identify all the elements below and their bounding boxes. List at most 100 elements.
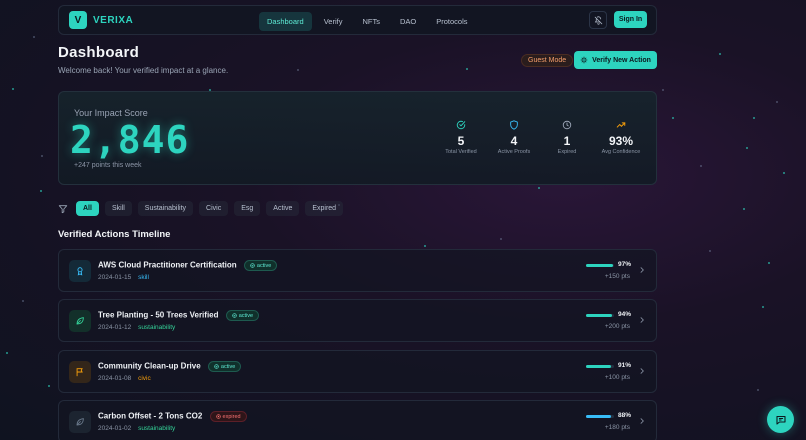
filter-chip-expired[interactable]: Expired — [305, 201, 344, 216]
confidence-bar — [586, 365, 614, 368]
chevron-right-icon[interactable] — [638, 416, 646, 426]
confidence-percent: 91% — [618, 362, 632, 369]
timeline-item-points: +180 pts — [604, 424, 630, 431]
chevron-right-icon[interactable] — [638, 315, 646, 325]
timeline-item-icon — [69, 361, 91, 383]
timeline-item-points: +200 pts — [604, 323, 630, 330]
page-subtitle: Welcome back! Your verified impact at a … — [58, 66, 229, 75]
stat-total-verified: 5 Total Verified — [431, 120, 491, 155]
notifications-button[interactable] — [589, 11, 607, 29]
stat-label: Avg Confidence — [601, 149, 641, 155]
timeline-item-icon — [69, 260, 91, 282]
page-title: Dashboard — [58, 44, 140, 61]
status-badge-label: active — [256, 262, 272, 269]
timeline-item-title-text: AWS Cloud Practitioner Certification — [98, 260, 237, 270]
filter-chip-active[interactable]: Active — [266, 201, 300, 216]
trending-up-icon — [616, 122, 626, 128]
check-circle-icon — [214, 364, 219, 369]
status-badge-label: active — [220, 363, 236, 370]
stat-value: 5 — [457, 134, 465, 148]
nav-links: Dashboard Verify NFTs DAO Protocols — [259, 12, 476, 31]
timeline-item-title: Carbon Offset - 2 Tons CO2 expired — [98, 411, 247, 422]
timeline-item-category: sustainability — [138, 324, 176, 331]
bell-off-icon — [594, 15, 602, 25]
confidence-bar-fill — [586, 264, 614, 267]
leaf-icon — [76, 317, 84, 325]
timeline-item-meta: 2024-01-15 skill — [98, 274, 149, 281]
clock-icon — [562, 120, 572, 130]
impact-score-card: Your Impact Score 2,846 +247 points this… — [58, 91, 657, 185]
timeline-item-category: sustainability — [138, 425, 176, 432]
status-badge-label: active — [238, 312, 254, 319]
brand-name[interactable]: VERIXA — [93, 15, 133, 26]
nav-link-verify[interactable]: Verify — [316, 12, 351, 31]
flag-icon — [76, 368, 83, 377]
timeline-item[interactable]: Community Clean-up Drive active 2024-01-… — [58, 350, 657, 393]
timeline-item-date: 2024-01-12 — [98, 324, 132, 331]
stat-expired: 1 Expired — [537, 120, 597, 155]
filter-chip-esg[interactable]: Esg — [234, 201, 261, 216]
verify-new-action-label: Verify New Action — [592, 56, 651, 64]
nav-link-nfts[interactable]: NFTs — [354, 12, 388, 31]
timeline-item-icon — [69, 411, 91, 433]
verify-new-action-button[interactable]: Verify New Action — [574, 51, 657, 69]
timeline-title: Verified Actions Timeline — [58, 229, 171, 240]
timeline-item-date: 2024-01-15 — [98, 274, 132, 281]
confidence-bar — [586, 314, 614, 317]
check-circle-icon — [456, 120, 466, 130]
timeline-item-title: Community Clean-up Drive active — [98, 361, 242, 372]
confidence-bar-fill — [586, 314, 613, 317]
confidence-bar-fill — [586, 365, 612, 368]
check-circle-icon — [250, 263, 255, 268]
stat-value: 93% — [608, 134, 634, 148]
sparkle-icon — [580, 56, 588, 64]
timeline-item-points: +150 pts — [604, 273, 630, 280]
confidence-percent: 94% — [618, 311, 632, 318]
filter-icon[interactable] — [58, 204, 68, 214]
timeline-item[interactable]: AWS Cloud Practitioner Certification act… — [58, 249, 657, 292]
filter-chip-civic[interactable]: Civic — [199, 201, 229, 216]
filter-bar: All Skill Sustainability Civic Esg Activ… — [58, 200, 344, 217]
timeline-item-category: skill — [138, 274, 149, 281]
filter-chip-skill[interactable]: Skill — [104, 201, 132, 216]
status-badge: expired — [209, 411, 247, 422]
stat-value: 4 — [510, 134, 518, 148]
timeline-item[interactable]: Carbon Offset - 2 Tons CO2 expired 2024-… — [58, 400, 657, 440]
timeline-item-meta: 2024-01-02 sustainability — [98, 425, 175, 432]
stat-label: Active Proofs — [497, 149, 531, 155]
logo-mark[interactable]: V — [69, 11, 87, 29]
sign-in-button[interactable]: Sign In — [614, 11, 647, 28]
chevron-right-icon[interactable] — [638, 265, 646, 275]
timeline-item[interactable]: Tree Planting - 50 Trees Verified active… — [58, 299, 657, 342]
timeline-item-date: 2024-01-08 — [98, 375, 132, 382]
stat-value: 1 — [563, 134, 571, 148]
top-navbar: V VERIXA Dashboard Verify NFTs DAO Proto… — [58, 5, 657, 35]
timeline-item-title: Tree Planting - 50 Trees Verified active — [98, 310, 260, 321]
impact-score-value: 2,846 — [70, 118, 190, 162]
shield-icon — [510, 120, 518, 130]
confidence-percent: 88% — [618, 412, 632, 419]
chevron-right-icon[interactable] — [638, 366, 646, 376]
filter-chip-all[interactable]: All — [76, 201, 99, 216]
timeline-item-title-text: Carbon Offset - 2 Tons CO2 — [98, 411, 203, 421]
nav-link-dao[interactable]: DAO — [392, 12, 424, 31]
timeline-item-title-text: Community Clean-up Drive — [98, 361, 201, 371]
timeline-item-meta: 2024-01-12 sustainability — [98, 324, 175, 331]
status-badge: active — [225, 310, 260, 321]
timeline-item-icon — [69, 310, 91, 332]
filter-chip-sustainability[interactable]: Sustainability — [137, 201, 194, 216]
confidence-bar — [586, 415, 614, 418]
status-badge: active — [243, 260, 278, 271]
stat-label: Total Verified — [445, 149, 477, 155]
chat-button[interactable] — [767, 406, 794, 433]
stat-label: Expired — [557, 149, 577, 155]
nav-link-dashboard[interactable]: Dashboard — [259, 12, 312, 31]
timeline-item-title-text: Tree Planting - 50 Trees Verified — [98, 310, 219, 320]
impact-score-delta: +247 points this week — [74, 162, 142, 169]
timeline-item-points: +100 pts — [604, 374, 630, 381]
confidence-bar — [586, 264, 614, 267]
guest-mode-badge: Guest Mode — [521, 54, 574, 67]
x-circle-icon — [215, 414, 221, 419]
status-badge-label: expired — [222, 413, 241, 420]
nav-link-protocols[interactable]: Protocols — [428, 12, 475, 31]
